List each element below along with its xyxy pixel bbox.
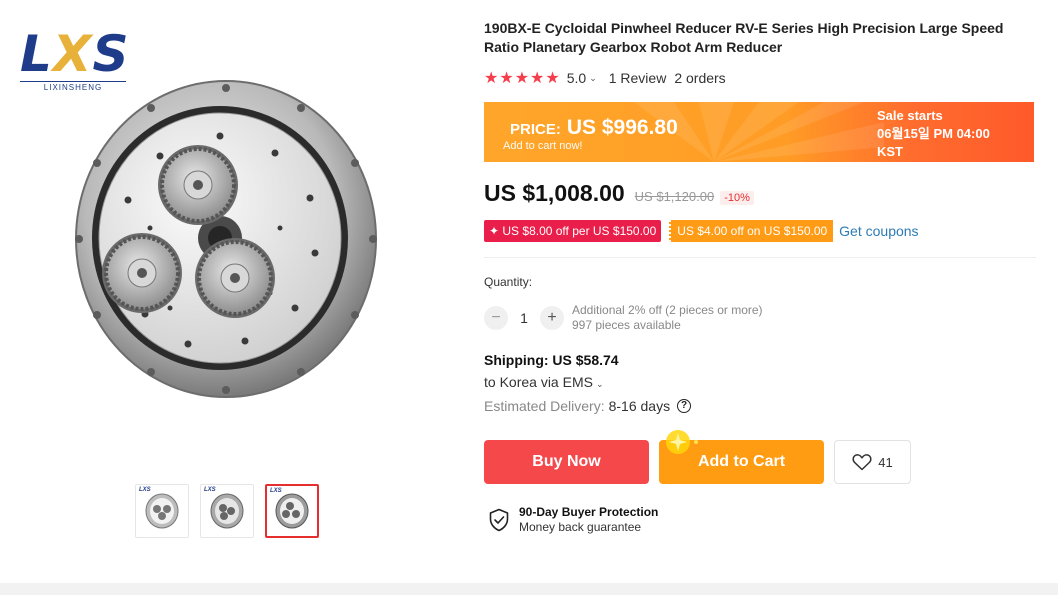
quantity-increase-button[interactable]: + (540, 306, 564, 330)
promo-price-label: PRICE: (510, 121, 561, 138)
logo-mark: LXS (20, 25, 130, 83)
protection-title: 90-Day Buyer Protection (519, 505, 659, 519)
protection-subtitle: Money back guarantee (519, 520, 642, 534)
page-bottom-strip (0, 583, 1058, 595)
wishlist-button[interactable]: 41 (834, 440, 911, 484)
sale-countdown: Sale starts 06월15일 PM 04:00 KST (877, 107, 990, 161)
select-coupon[interactable]: US $4.00 off on US $150.00 (669, 220, 834, 242)
rating-row: ★★★★★ 5.0 ⌄ 1 Review 2 orders (484, 69, 726, 87)
sale-line-1: Sale starts (877, 108, 943, 123)
rating-score[interactable]: 5.0 (567, 70, 586, 86)
star-rating: ★★★★★ (484, 70, 561, 87)
discount-badge: -10% (720, 191, 754, 205)
promo-price: PRICE: US $996.80 (510, 116, 678, 140)
thumbnail-logo: LXS (139, 487, 151, 493)
shipping-cost: Shipping: US $58.74 (484, 352, 619, 368)
product-page: LXS LIXINSHENG LXS LXS LXS 190BX-E Cyclo… (0, 0, 1058, 595)
sale-line-3: KST (877, 144, 903, 159)
sale-line-2: 06월15일 PM 04:00 (877, 126, 990, 141)
shipping-destination-text: to Korea via EMS (484, 374, 593, 390)
quantity-stepper: − 1 + Additional 2% off (2 pieces or mor… (484, 303, 763, 333)
caret-down-icon: ⌄ (595, 379, 604, 389)
thumbnail-1[interactable]: LXS (135, 484, 189, 538)
get-coupons-link[interactable]: Get coupons (839, 223, 918, 239)
delivery-value: 8-16 days (608, 398, 671, 414)
bulk-discount-note: Additional 2% off (2 pieces or more) (572, 303, 763, 317)
sparkle-icon (666, 430, 698, 454)
stock-available: 997 pieces available (572, 318, 681, 332)
promo-banner: PRICE: US $996.80 Add to cart now! Sale … (484, 102, 1034, 162)
store-coupon[interactable]: ✦ US $8.00 off per US $150.00 (484, 220, 662, 242)
shipping-destination[interactable]: to Korea via EMS ⌄ (484, 374, 603, 390)
protection-text: 90-Day Buyer Protection Money back guara… (519, 505, 658, 535)
quantity-note: Additional 2% off (2 pieces or more) 997… (572, 303, 763, 333)
original-price: US $1,120.00 (634, 189, 715, 204)
price-row: US $1,008.00 US $1,120.00 -10% (484, 180, 754, 207)
main-product-image[interactable] (70, 78, 382, 400)
reviews-link[interactable]: 1 Review (609, 70, 667, 86)
divider (484, 257, 1036, 258)
thumbnail-logo: LXS (204, 487, 216, 493)
thumbnail-image (145, 493, 179, 529)
product-title: 190BX-E Cycloidal Pinwheel Reducer RV-E … (484, 20, 1004, 55)
help-icon[interactable]: ? (677, 399, 692, 413)
thumbnail-strip: LXS LXS LXS (135, 484, 319, 538)
thumbnail-logo: LXS (270, 488, 282, 494)
buy-now-button[interactable]: Buy Now (484, 440, 649, 484)
quantity-label: Quantity: (484, 275, 533, 289)
shield-check-icon (489, 508, 509, 532)
current-price: US $1,008.00 (484, 180, 625, 206)
estimated-delivery: Estimated Delivery: 8-16 days ? (484, 398, 692, 414)
thumbnail-3-selected[interactable]: LXS (265, 484, 319, 538)
orders-count: 2 orders (674, 70, 726, 86)
heart-icon (852, 454, 872, 471)
coupons-row: ✦ US $8.00 off per US $150.00 US $4.00 o… (484, 220, 919, 242)
caret-down-icon: ⌄ (589, 72, 597, 83)
thumbnail-image (275, 493, 309, 529)
thumbnail-image (210, 493, 244, 529)
buyer-protection: 90-Day Buyer Protection Money back guara… (488, 505, 658, 535)
promo-subtext: Add to cart now! (503, 140, 583, 152)
promo-price-value: US $996.80 (566, 116, 678, 139)
delivery-label: Estimated Delivery: (484, 398, 605, 414)
thumbnail-2[interactable]: LXS (200, 484, 254, 538)
wishlist-count: 41 (878, 454, 893, 470)
quantity-decrease-button[interactable]: − (484, 306, 508, 330)
quantity-input[interactable]: 1 (508, 310, 540, 326)
